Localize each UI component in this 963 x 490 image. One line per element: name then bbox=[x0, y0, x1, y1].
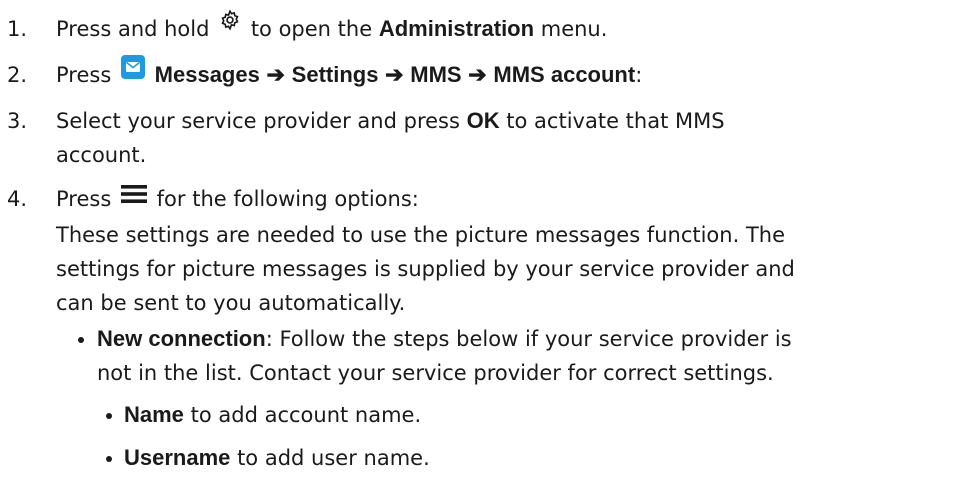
mms-label: MMS bbox=[410, 62, 462, 87]
bullet-text-part: to add user name. bbox=[237, 446, 430, 470]
administration-label: Administration bbox=[378, 16, 535, 41]
bullet-text-part: not in the list. Contact your service pr… bbox=[97, 361, 774, 385]
bullet-text-part: : Follow the steps below if your service… bbox=[265, 327, 792, 351]
mms-account-label: MMS account bbox=[493, 62, 636, 87]
bullet-dot bbox=[106, 413, 112, 419]
bullet-text: New connection: Follow the steps below i… bbox=[97, 322, 957, 390]
arrow-icon: ➔ bbox=[385, 62, 404, 87]
step-text-part: menu. bbox=[540, 17, 608, 41]
arrow-icon: ➔ bbox=[266, 62, 285, 87]
step-text: Press for the following options: bbox=[56, 182, 956, 217]
settings-note: These settings are needed to use the pic… bbox=[56, 218, 961, 320]
settings-label: Settings bbox=[291, 62, 379, 87]
messages-label: Messages bbox=[154, 62, 260, 87]
step-text-part: : bbox=[635, 63, 643, 87]
step-1: 1. Press and hold to open the Administra… bbox=[0, 9, 963, 47]
arrow-icon: ➔ bbox=[468, 62, 487, 87]
gear-icon bbox=[219, 7, 241, 41]
step-number: 1. bbox=[7, 17, 28, 41]
step-number: 2. bbox=[7, 63, 28, 87]
list-item: Username to add user name. bbox=[100, 441, 960, 475]
step-text-part: Press bbox=[56, 187, 112, 211]
step-text-part: Press bbox=[56, 63, 112, 87]
menu-icon bbox=[120, 180, 147, 214]
step-text: Select your service provider and press O… bbox=[56, 104, 956, 172]
step-4: 4. Press for the following options: bbox=[0, 182, 963, 216]
step-number: 3. bbox=[7, 109, 28, 133]
step-text-part: Select your service provider and press bbox=[56, 109, 460, 133]
step-text-part: for the following options: bbox=[156, 187, 419, 211]
note-line: can be sent to you automatically. bbox=[56, 291, 406, 315]
name-label: Name bbox=[124, 402, 184, 427]
bullet-text: Name to add account name. bbox=[124, 398, 954, 432]
bullet-text: Username to add user name. bbox=[124, 441, 954, 475]
bullet-dot bbox=[78, 337, 84, 343]
bullet-text-part: to add account name. bbox=[190, 403, 422, 427]
step-text: Press Messages ➔ Settings ➔ MMS ➔ MMS ac… bbox=[56, 55, 956, 94]
step-text: Press and hold to open the Administratio… bbox=[56, 9, 956, 47]
note-line: settings for picture messages is supplie… bbox=[56, 257, 795, 281]
step-text-part: to open the bbox=[250, 17, 373, 41]
list-item: New connection: Follow the steps below i… bbox=[72, 322, 962, 390]
messages-icon bbox=[120, 54, 146, 90]
new-connection-label: New connection bbox=[97, 326, 266, 351]
note-line: These settings are needed to use the pic… bbox=[56, 223, 786, 247]
step-2: 2. Press Messages ➔ Settings ➔ MMS ➔ MMS… bbox=[0, 55, 963, 94]
list-item: Name to add account name. bbox=[100, 398, 960, 432]
step-3: 3. Select your service provider and pres… bbox=[0, 104, 963, 172]
ok-label: OK bbox=[466, 108, 500, 133]
username-label: Username bbox=[124, 445, 231, 470]
step-number: 4. bbox=[7, 187, 28, 211]
bullet-dot bbox=[106, 456, 112, 462]
step-text-part: account. bbox=[56, 143, 147, 167]
instruction-page: 1. Press and hold to open the Administra… bbox=[0, 0, 963, 490]
step-text-part: to activate that MMS bbox=[506, 109, 725, 133]
step-text-part: Press and hold bbox=[56, 17, 210, 41]
